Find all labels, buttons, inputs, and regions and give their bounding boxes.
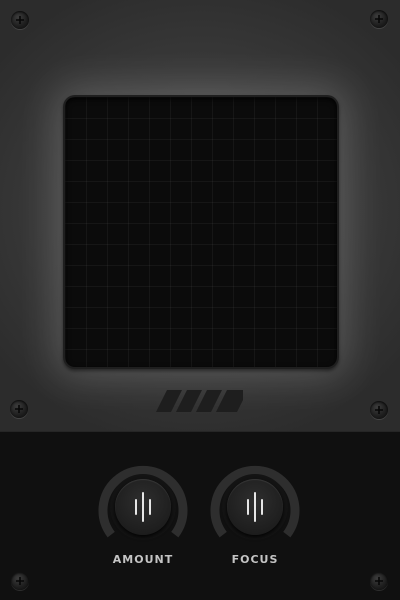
display-frame [63,95,339,369]
bars-icon [135,492,151,522]
screw-icon [10,400,28,418]
screw-icon [11,11,29,29]
knob-cap [115,479,171,535]
focus-knob[interactable] [210,462,300,552]
display-screen [65,97,337,367]
screw-icon [11,572,29,590]
amount-knob[interactable] [98,462,188,552]
screw-icon [370,572,388,590]
amount-label: AMOUNT [112,553,174,566]
focus-control: FOCUS [210,462,300,566]
screw-icon [370,401,388,419]
stripes-logo-icon [156,390,243,412]
top-panel [0,0,400,432]
focus-label: FOCUS [231,553,279,566]
knob-cap [227,479,283,535]
amount-control: AMOUNT [98,462,188,566]
screw-icon [370,10,388,28]
device: AMOUNT FOCUS [0,0,400,600]
bottom-panel [0,431,400,600]
bars-icon [247,492,263,522]
